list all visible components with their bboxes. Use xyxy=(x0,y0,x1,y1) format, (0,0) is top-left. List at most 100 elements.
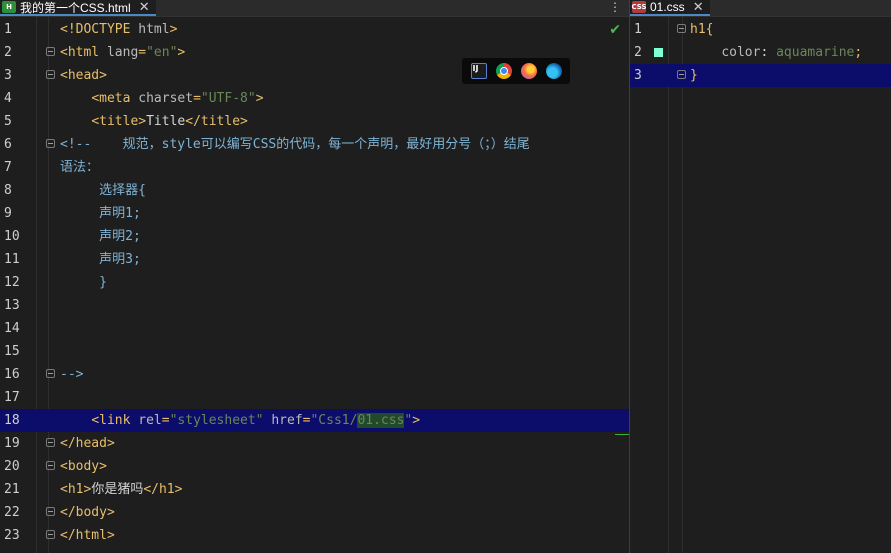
code-line[interactable]: 17 xyxy=(0,386,629,409)
code-text: <link rel="stylesheet" href="Css1/01.css… xyxy=(60,409,420,432)
code-line[interactable]: 12 } xyxy=(0,271,629,294)
code-line[interactable]: 14 xyxy=(0,317,629,340)
code-line[interactable]: 18 <link rel="stylesheet" href="Css1/01.… xyxy=(0,409,629,432)
code-line[interactable]: 9 声明1; xyxy=(0,202,629,225)
fold-toggle-icon[interactable] xyxy=(46,369,55,378)
code-text: <!-- 规范，style可以编写CSS的代码，每一个声明，最好用分号（；）结尾 xyxy=(60,133,530,156)
css-editor-pane[interactable]: CSS 01.css ✕ 1 h1{2 color: aquamarine; 3} xyxy=(630,0,891,553)
code-text: <html lang="en"> xyxy=(60,41,185,64)
line-number: 19 xyxy=(4,436,20,451)
token: Title xyxy=(146,114,186,129)
token: > xyxy=(177,45,186,60)
code-line[interactable]: 7 语法： xyxy=(0,156,629,179)
token: 你是猪吗 xyxy=(91,482,144,497)
fold-toggle-icon[interactable] xyxy=(46,461,55,470)
token: 声明3; xyxy=(60,252,141,267)
code-text: } xyxy=(60,271,107,294)
code-line[interactable]: 21 <h1>你是猪吗</h1> xyxy=(0,478,629,501)
code-text: --> xyxy=(60,363,83,386)
edge-icon[interactable] xyxy=(545,63,562,79)
token: <h1> xyxy=(60,482,92,497)
code-line[interactable]: 22 </body> xyxy=(0,501,629,524)
token: html xyxy=(138,22,170,37)
code-area[interactable]: 1 <!DOCTYPE html> 2 <html lang="en"> 3 <head>… xyxy=(0,17,629,553)
token: } xyxy=(60,275,107,290)
token: rel xyxy=(138,413,162,428)
token: href xyxy=(271,413,303,428)
code-area[interactable]: 1 h1{2 color: aquamarine; 3} xyxy=(630,17,891,553)
token: <body> xyxy=(60,459,107,474)
code-text: <body> xyxy=(60,455,107,478)
code-text: 语法： xyxy=(60,156,99,179)
intellij-icon[interactable] xyxy=(470,63,487,79)
color-swatch-icon[interactable] xyxy=(654,48,663,57)
html-editor-pane[interactable]: H 我的第一个CSS.html ✕ ⋮ 1 <!DOCTYPE html> 2 <ht… xyxy=(0,0,629,553)
token: </h1> xyxy=(143,482,183,497)
code-line[interactable]: 3} xyxy=(630,64,891,87)
code-line[interactable]: 8 选择器{ xyxy=(0,179,629,202)
token: "UTF-8" xyxy=(200,91,256,106)
tab-html-file[interactable]: H 我的第一个CSS.html ✕ xyxy=(0,0,156,16)
code-text: } xyxy=(690,64,698,87)
code-line[interactable]: 16 --> xyxy=(0,363,629,386)
token: "Css1/ xyxy=(310,413,358,428)
token: <title> xyxy=(91,114,147,129)
token: <html xyxy=(60,45,107,60)
fold-toggle-icon[interactable] xyxy=(677,70,686,79)
tab-menu-icon[interactable]: ⋮ xyxy=(609,0,621,14)
line-number: 16 xyxy=(4,367,20,382)
code-line[interactable]: 4 <meta charset="UTF-8"> xyxy=(0,87,629,110)
code-line[interactable]: 13 xyxy=(0,294,629,317)
css-file-icon: CSS xyxy=(631,1,647,13)
code-line[interactable]: 1 h1{ xyxy=(630,18,891,41)
token: 声明2; xyxy=(60,229,141,244)
token: = xyxy=(138,45,147,60)
code-text: </head> xyxy=(60,432,115,455)
fold-toggle-icon[interactable] xyxy=(46,139,55,148)
code-line[interactable]: 10 声明2; xyxy=(0,225,629,248)
code-line[interactable]: 5 <title>Title</title> xyxy=(0,110,629,133)
tab-css-file[interactable]: CSS 01.css ✕ xyxy=(630,0,710,16)
token: </head> xyxy=(60,436,115,451)
token: > xyxy=(412,413,421,428)
fold-toggle-icon[interactable] xyxy=(677,24,686,33)
code-text: <title>Title</title> xyxy=(60,110,248,133)
tab-title: 我的第一个CSS.html xyxy=(20,0,131,15)
fold-toggle-icon[interactable] xyxy=(46,530,55,539)
code-line[interactable]: 20 <body> xyxy=(0,455,629,478)
chrome-icon[interactable] xyxy=(495,63,512,79)
line-number: 13 xyxy=(4,298,20,313)
code-line[interactable]: 11 声明3; xyxy=(0,248,629,271)
code-line[interactable]: 6 <!-- 规范，style可以编写CSS的代码，每一个声明，最好用分号（；）结… xyxy=(0,133,629,156)
close-tab-icon[interactable]: ✕ xyxy=(693,0,704,15)
token: ; xyxy=(854,45,863,60)
no-problems-check-icon: ✔ xyxy=(609,22,621,38)
code-line[interactable]: 2 color: aquamarine; xyxy=(630,41,891,64)
fold-toggle-icon[interactable] xyxy=(46,438,55,447)
code-text: h1{ xyxy=(690,18,713,41)
code-line[interactable]: 19 </head> xyxy=(0,432,629,455)
token: 选择器{ xyxy=(60,183,146,198)
close-tab-icon[interactable]: ✕ xyxy=(139,0,150,15)
line-number: 20 xyxy=(4,459,20,474)
fold-toggle-icon[interactable] xyxy=(46,70,55,79)
code-text: color: aquamarine; xyxy=(690,41,862,64)
line-number: 3 xyxy=(634,68,642,83)
code-line[interactable]: 23 </html> xyxy=(0,524,629,547)
html-file-icon: H xyxy=(2,1,16,13)
fold-toggle-icon[interactable] xyxy=(46,47,55,56)
code-text: <!DOCTYPE html> xyxy=(60,18,177,41)
firefox-icon[interactable] xyxy=(520,63,537,79)
line-number: 9 xyxy=(4,206,12,221)
token: aquamarine xyxy=(776,45,855,60)
left-tab-bar: H 我的第一个CSS.html ✕ ⋮ xyxy=(0,0,629,17)
code-text: <head> xyxy=(60,64,107,87)
token: } xyxy=(690,68,698,83)
line-number: 6 xyxy=(4,137,12,152)
browser-launch-popup xyxy=(462,58,570,84)
fold-toggle-icon[interactable] xyxy=(46,507,55,516)
code-line[interactable]: 15 xyxy=(0,340,629,363)
right-tab-bar: CSS 01.css ✕ xyxy=(630,0,891,17)
code-line[interactable]: 1 <!DOCTYPE html> xyxy=(0,18,629,41)
